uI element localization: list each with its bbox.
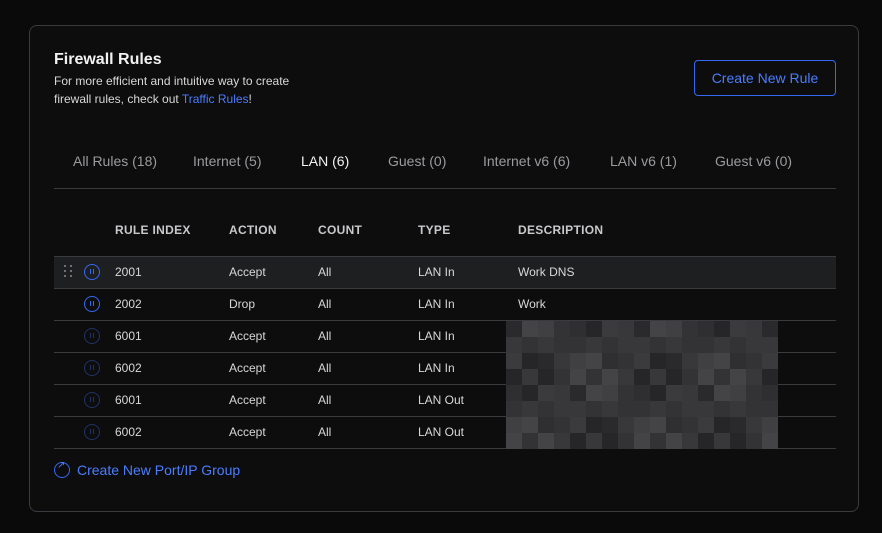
cell-count: All bbox=[318, 297, 332, 311]
tab-guest-v6[interactable]: Guest v6 (0) bbox=[715, 153, 792, 169]
cell-action: Accept bbox=[229, 361, 266, 375]
cell-index: 6002 bbox=[115, 425, 142, 439]
cell-index: 6001 bbox=[115, 393, 142, 407]
cell-description: Work bbox=[518, 297, 546, 311]
cell-action: Accept bbox=[229, 425, 266, 439]
column-count[interactable]: COUNT bbox=[318, 223, 362, 237]
cell-action: Drop bbox=[229, 297, 256, 311]
rules-table: RULE INDEX ACTION COUNT TYPE DESCRIPTION… bbox=[54, 223, 836, 449]
cell-action: Accept bbox=[229, 393, 266, 407]
cell-index: 2001 bbox=[115, 265, 142, 279]
table-row[interactable]: 2001 Accept All LAN In Work DNS bbox=[54, 256, 836, 289]
cell-type: LAN In bbox=[418, 265, 455, 279]
cell-description: Work DNS bbox=[518, 265, 575, 279]
tab-guest[interactable]: Guest (0) bbox=[388, 153, 446, 169]
redacted-description-area bbox=[506, 321, 778, 449]
column-action[interactable]: ACTION bbox=[229, 223, 277, 237]
tab-internet-v6[interactable]: Internet v6 (6) bbox=[483, 153, 570, 169]
cell-count: All bbox=[318, 393, 332, 407]
tab-lan[interactable]: LAN (6) bbox=[301, 153, 349, 169]
page-title: Firewall Rules bbox=[54, 51, 162, 68]
table-header: RULE INDEX ACTION COUNT TYPE DESCRIPTION bbox=[54, 223, 836, 243]
drag-handle-icon[interactable] bbox=[64, 265, 76, 279]
table-row[interactable]: 2002 Drop All LAN In Work bbox=[54, 289, 836, 321]
external-link-icon bbox=[54, 460, 70, 478]
tab-all-rules[interactable]: All Rules (18) bbox=[73, 153, 157, 169]
cell-index: 6002 bbox=[115, 361, 142, 375]
cell-count: All bbox=[318, 361, 332, 375]
cell-type: LAN In bbox=[418, 297, 455, 311]
column-rule-index[interactable]: RULE INDEX bbox=[115, 223, 191, 237]
cell-count: All bbox=[318, 265, 332, 279]
subtitle-text: For more efficient and intuitive way to … bbox=[54, 74, 290, 106]
cell-index: 6001 bbox=[115, 329, 142, 343]
rule-tabs: All Rules (18) Internet (5) LAN (6) Gues… bbox=[54, 150, 836, 189]
traffic-rules-link[interactable]: Traffic Rules bbox=[182, 92, 249, 106]
cell-action: Accept bbox=[229, 265, 266, 279]
pause-circle-icon[interactable] bbox=[84, 296, 100, 312]
create-new-rule-button[interactable]: Create New Rule bbox=[694, 60, 836, 96]
cell-action: Accept bbox=[229, 329, 266, 343]
cell-type: LAN In bbox=[418, 329, 455, 343]
cell-type: LAN In bbox=[418, 361, 455, 375]
subtitle-end: ! bbox=[248, 92, 252, 106]
create-port-ip-group-link[interactable]: Create New Port/IP Group bbox=[54, 460, 241, 478]
pause-circle-icon[interactable] bbox=[84, 360, 100, 376]
cell-type: LAN Out bbox=[418, 393, 465, 407]
tab-lan-v6[interactable]: LAN v6 (1) bbox=[610, 153, 677, 169]
column-type[interactable]: TYPE bbox=[418, 223, 451, 237]
pause-circle-icon[interactable] bbox=[84, 424, 100, 440]
firewall-rules-card: Firewall Rules For more efficient and in… bbox=[29, 25, 859, 512]
cell-type: LAN Out bbox=[418, 425, 465, 439]
pause-circle-icon[interactable] bbox=[84, 392, 100, 408]
pause-circle-icon[interactable] bbox=[84, 328, 100, 344]
pause-circle-icon[interactable] bbox=[84, 264, 100, 280]
column-description[interactable]: DESCRIPTION bbox=[518, 223, 603, 237]
cell-index: 2002 bbox=[115, 297, 142, 311]
page-subtitle: For more efficient and intuitive way to … bbox=[54, 72, 314, 108]
create-port-ip-group-label: Create New Port/IP Group bbox=[77, 462, 241, 478]
tab-internet[interactable]: Internet (5) bbox=[193, 153, 261, 169]
cell-count: All bbox=[318, 329, 332, 343]
cell-count: All bbox=[318, 425, 332, 439]
